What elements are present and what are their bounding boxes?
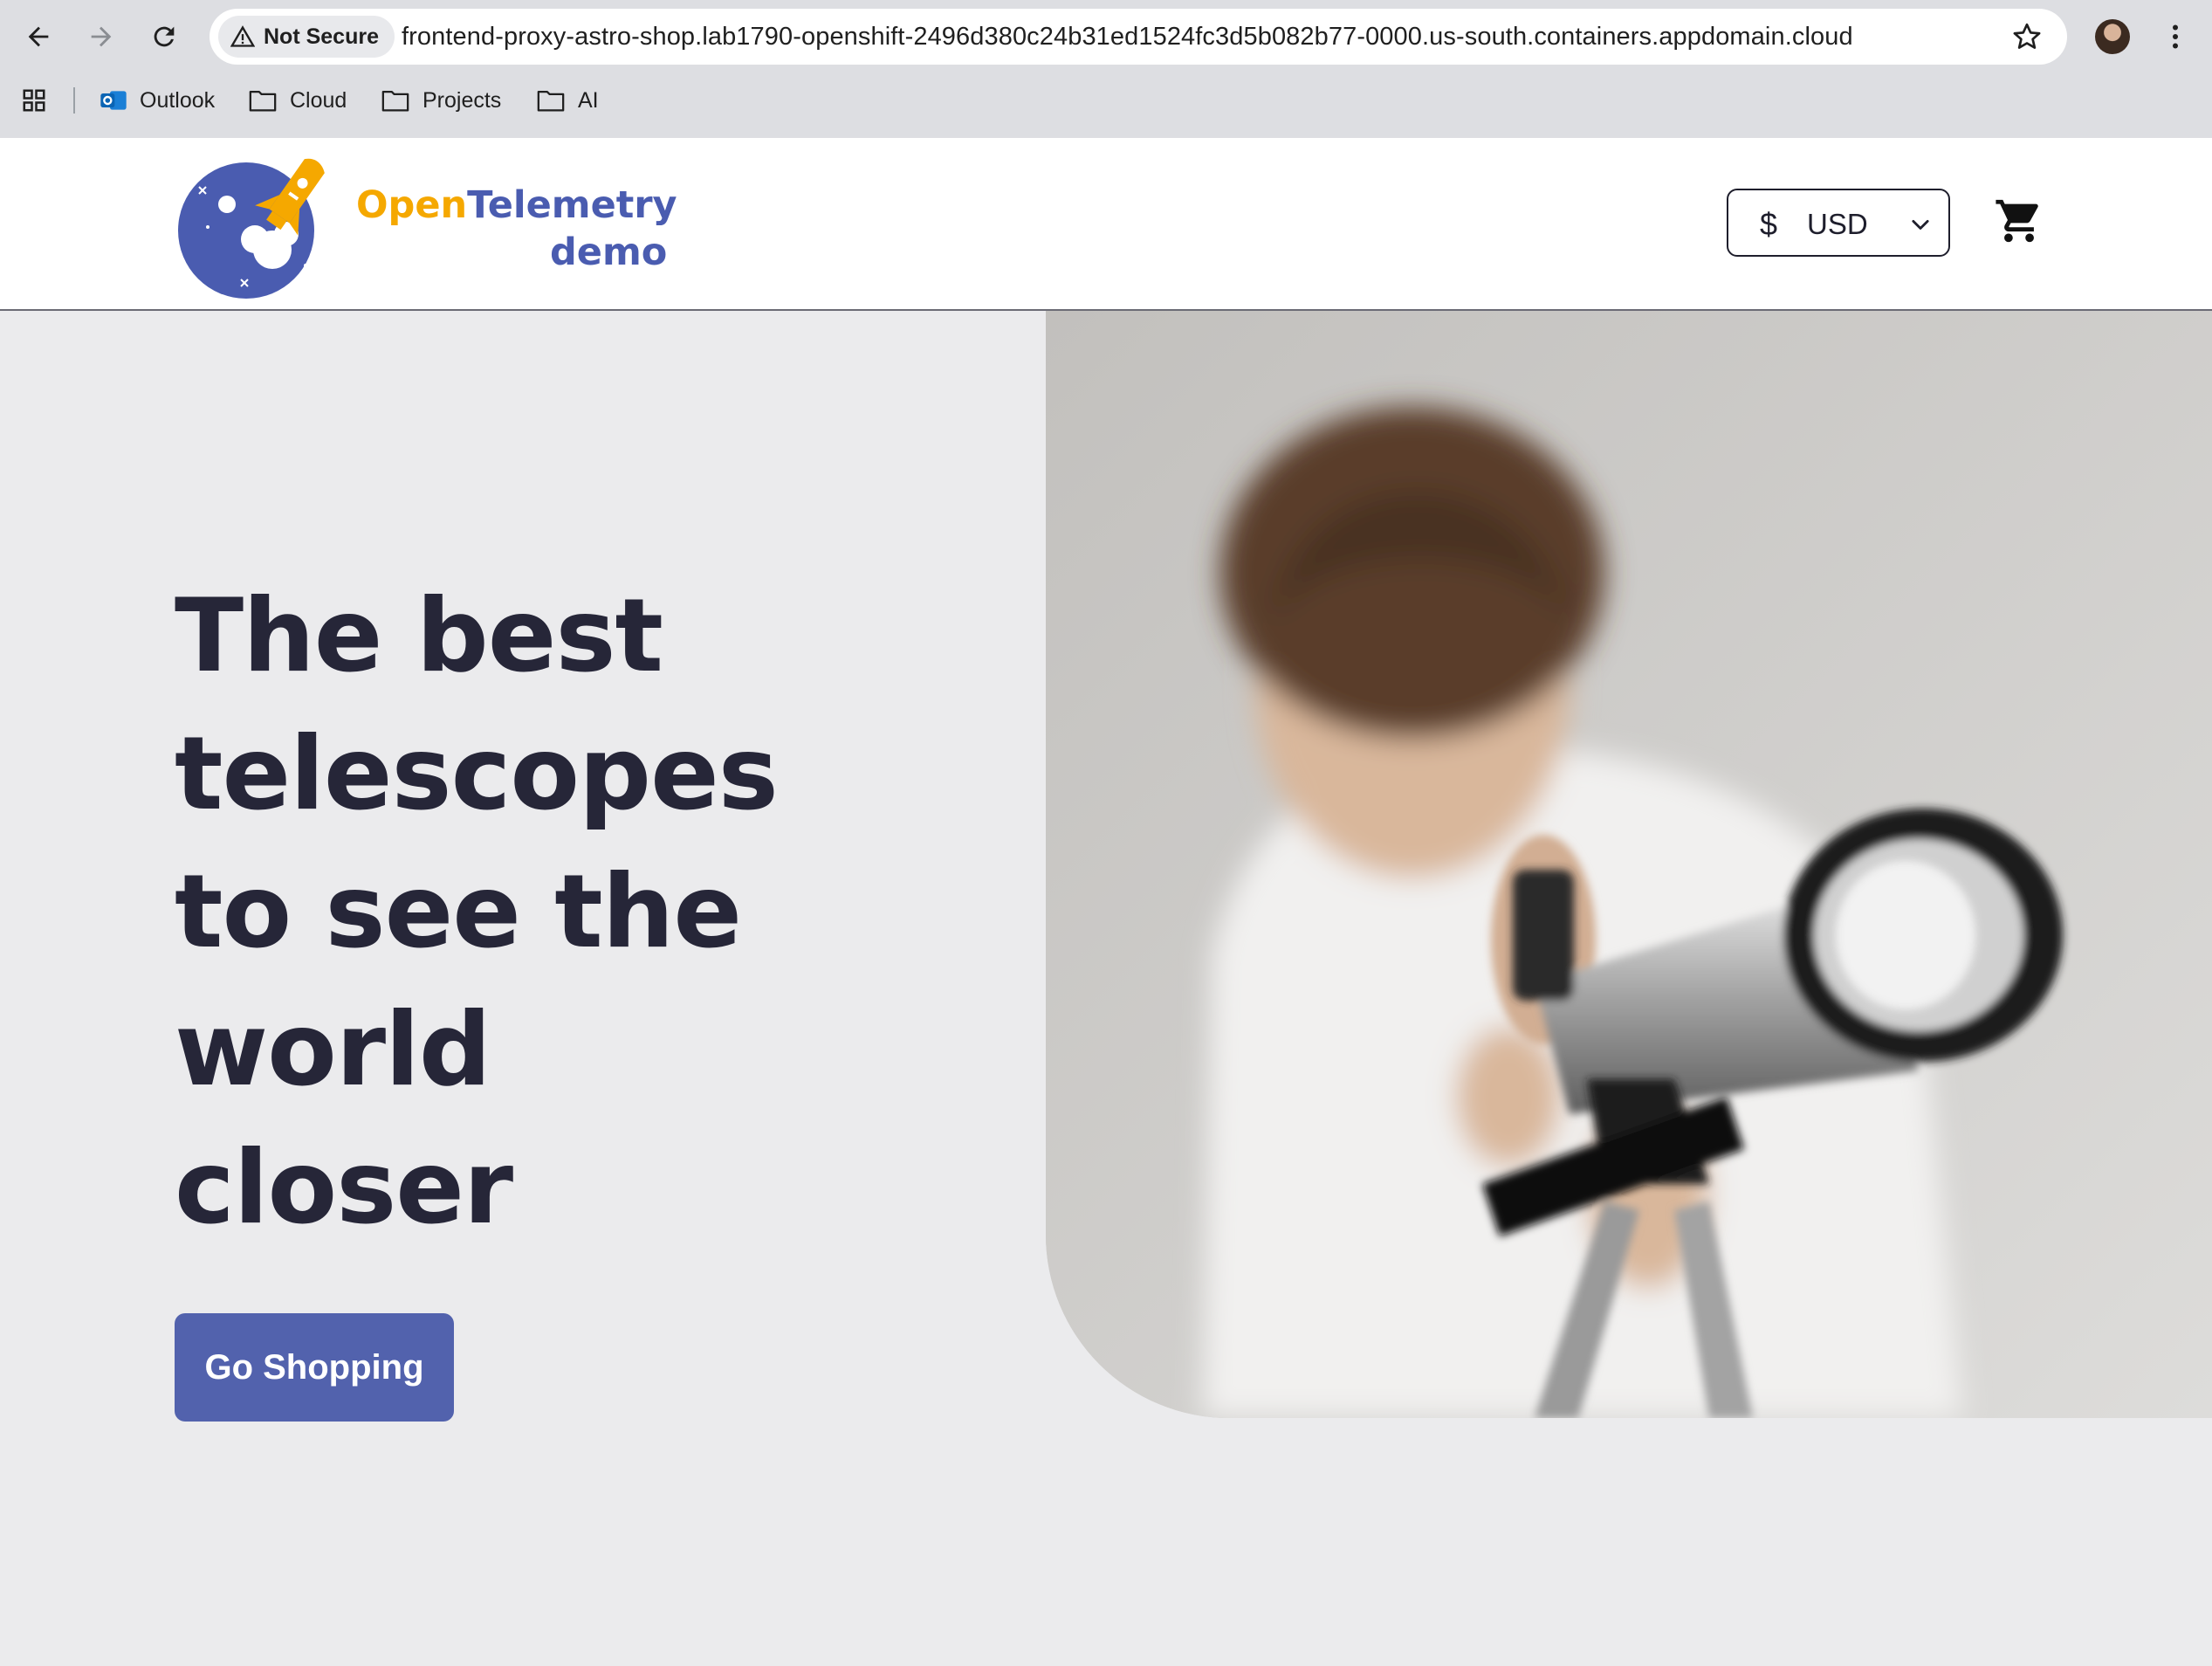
security-chip[interactable]: Not Secure <box>218 16 395 58</box>
security-label: Not Secure <box>264 24 379 49</box>
hero-image <box>1046 311 2212 1418</box>
warning-icon <box>230 25 255 47</box>
reload-icon <box>154 26 175 47</box>
apps-grid-icon <box>23 89 45 112</box>
currency-select[interactable]: $ USD <box>1727 189 1950 257</box>
shopping-cart-icon <box>1996 199 2038 243</box>
more-vertical-icon <box>2173 24 2178 49</box>
rocket-planet-logo-icon <box>178 158 325 299</box>
outlook-icon <box>100 91 127 110</box>
hero-title: The best telescopes to see the world clo… <box>175 577 779 1247</box>
bookmark-ai[interactable]: AI <box>536 80 599 120</box>
star-icon <box>2013 23 2041 49</box>
site-header: OpenTelemetry demo $ USD <box>0 138 2212 311</box>
bookmark-label: AI <box>578 87 599 113</box>
bookmark-outlook[interactable]: Outlook <box>100 80 215 120</box>
brand-sub: demo <box>550 231 668 274</box>
back-button[interactable] <box>9 7 68 66</box>
brand-name[interactable]: OpenTelemetry <box>356 183 677 227</box>
browser-chrome: Not Secure frontend-proxy-astro-shop.lab… <box>0 0 2212 140</box>
currency-symbol: $ <box>1760 206 1778 242</box>
reload-button[interactable] <box>134 7 194 66</box>
brand-open: Open <box>356 183 468 227</box>
bookmark-cloud[interactable]: Cloud <box>248 80 347 120</box>
folder-icon <box>249 90 277 112</box>
url-text[interactable]: frontend-proxy-astro-shop.lab1790-opensh… <box>402 23 1853 52</box>
forward-button[interactable] <box>72 7 131 66</box>
cart-button[interactable] <box>1994 196 2044 251</box>
arrow-right-icon <box>91 26 112 47</box>
go-shopping-button[interactable]: Go Shopping <box>175 1313 454 1422</box>
telescope-photo <box>1046 311 2212 1418</box>
browser-menu-button[interactable] <box>2160 19 2191 59</box>
bookmark-projects[interactable]: Projects <box>381 80 501 120</box>
arrow-left-icon <box>28 26 49 47</box>
address-bar[interactable]: Not Secure frontend-proxy-astro-shop.lab… <box>210 9 2067 65</box>
bookmark-label: Outlook <box>140 87 216 113</box>
chevron-down-icon <box>1912 219 1929 230</box>
profile-avatar[interactable] <box>2095 19 2130 54</box>
bookmarks-divider <box>73 87 75 114</box>
currency-code: USD <box>1807 208 1868 240</box>
bookmark-label: Projects <box>422 87 502 113</box>
bookmarks-bar: Outlook Cloud Projects AI <box>0 80 2212 120</box>
bookmark-label: Cloud <box>290 87 347 113</box>
folder-icon <box>381 90 409 112</box>
bookmark-star-button[interactable] <box>2011 21 2043 57</box>
apps-button[interactable] <box>21 80 47 120</box>
opentelemetry-logo[interactable] <box>175 148 332 310</box>
folder-icon <box>537 90 565 112</box>
brand-telemetry: Telemetry <box>467 183 677 227</box>
